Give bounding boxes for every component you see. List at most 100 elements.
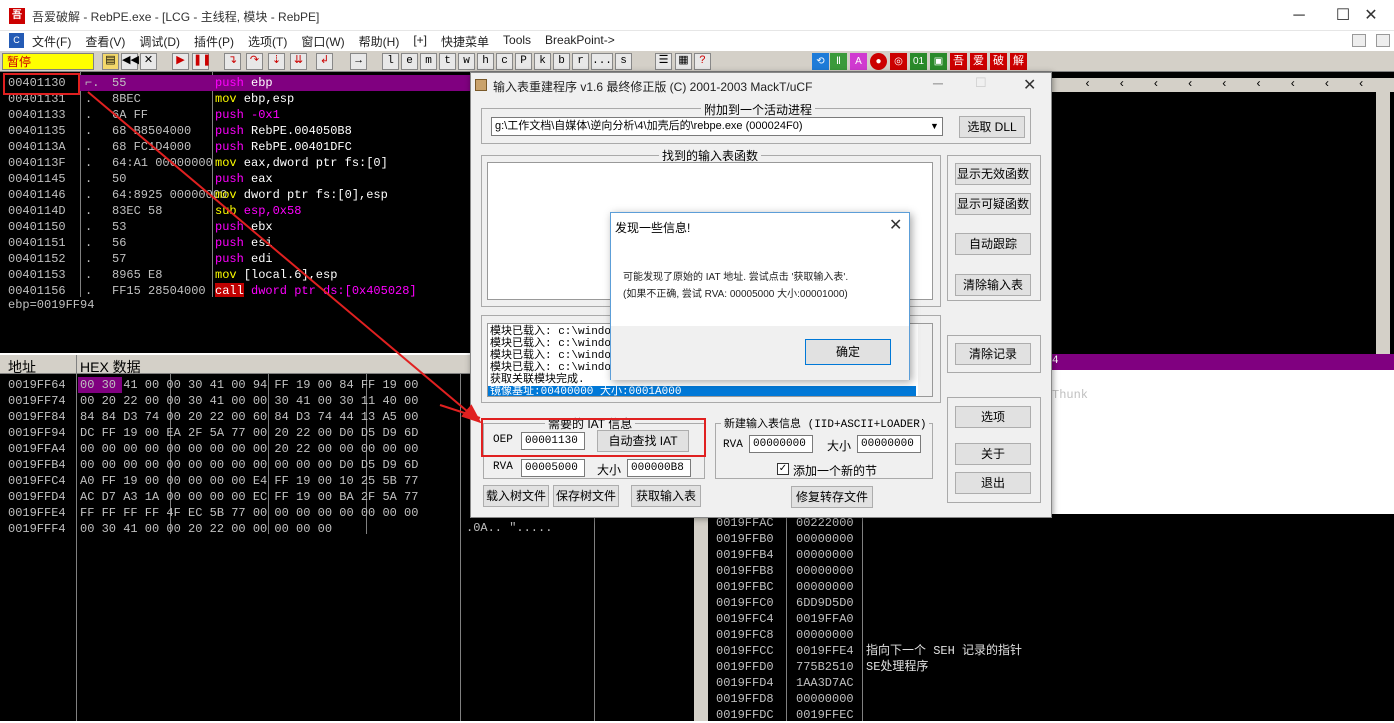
menu-item[interactable]: 帮助(H) [359,33,400,50]
dump-row[interactable]: 0019FF74 00 20 22 00 00 30 41 00 00 30 41… [8,393,418,409]
step-into-icon[interactable]: ↴ [224,53,241,70]
column-divider[interactable] [460,374,461,721]
column-divider[interactable] [862,514,863,721]
menu-item[interactable]: Tools [503,33,531,50]
addr-column-header[interactable]: 地址 [8,357,36,377]
target-icon[interactable]: ◎ [890,53,907,70]
disasm-row[interactable]: 00401152. 57 push edi [0,251,470,267]
toolbar-plugin-button[interactable]: 吾 [950,53,967,70]
close-process-icon[interactable]: ✕ [140,53,157,70]
scrollbar[interactable] [1376,78,1390,354]
clear-log-button[interactable]: 清除记录 [955,343,1031,365]
menu-item[interactable]: [+] [413,33,427,50]
toolbar-P-button[interactable]: P [515,53,532,70]
a-icon[interactable]: A [850,53,867,70]
execute-till-return-icon[interactable]: ↲ [316,53,333,70]
save-tree-button[interactable]: 保存树文件 [553,485,619,507]
dump-row[interactable]: 0019FF64 00 30 41 00 00 30 41 00 94 FF 19… [8,377,418,393]
trace-into-icon[interactable]: ⇣ [268,53,285,70]
disasm-row[interactable]: 00401153. 8965 E8 mov [local.6],esp [0,267,470,283]
menu-item[interactable]: 插件(P) [194,33,234,50]
monitor-icon[interactable]: ▣ [930,53,947,70]
minimize-button[interactable]: ─ [1276,0,1322,31]
dump-row[interactable]: 0019FFE4 FF FF FF FF 4F EC 5B 77 00 00 00… [8,505,418,521]
importrec-close-button[interactable]: ✕ [1023,75,1036,95]
help-icon[interactable]: ? [694,53,711,70]
dump-row[interactable]: 0019FFB4 00 00 00 00 00 00 00 00 00 00 00… [8,457,418,473]
menu-item[interactable]: BreakPoint-> [545,33,615,50]
new-size-input[interactable]: 00000000 [857,435,921,453]
toolbar-c-button[interactable]: c [496,53,513,70]
show-invalid-button[interactable]: 显示无效函数 [955,163,1031,185]
size-input[interactable]: 000000B8 [627,459,691,477]
menu-item[interactable]: 快捷菜单 [441,33,489,50]
column-divider[interactable] [76,374,77,721]
pause-icon[interactable]: ❚❚ [192,53,211,70]
about-button[interactable]: 关于 [955,443,1031,465]
disasm-row[interactable]: 00401151. 56 push esi [0,235,470,251]
toolbar-r-button[interactable]: r [572,53,589,70]
menu-item[interactable]: 窗口(W) [301,33,344,50]
toolbar-plugin-button[interactable]: 解 [1010,53,1027,70]
restore-child-button[interactable] [1352,34,1366,47]
open-icon[interactable]: ▤ [102,53,119,70]
grid-icon[interactable]: ▦ [675,53,692,70]
rva-input[interactable]: 00005000 [521,459,585,477]
ok-button[interactable]: 确定 [805,339,891,365]
disasm-row[interactable]: 00401146. 64:8925 00000000 mov dword ptr fs… [0,187,470,203]
restart-icon[interactable]: ◀◀ [121,53,139,70]
toolbar-e-button[interactable]: e [401,53,418,70]
menu-item[interactable]: 文件(F) [32,33,71,50]
disasm-row[interactable]: 00401135. 68 B8504000 push RebPE.004050B8 [0,123,470,139]
toolbar-l-button[interactable]: l [382,53,399,70]
record-icon[interactable]: ● [870,53,887,70]
dump-row[interactable]: 0019FFC4 A0 FF 19 00 00 00 00 00 E4 FF 19… [8,473,418,489]
toolbar-plugin-button[interactable]: 破 [990,53,1007,70]
trace-over-icon[interactable]: ⇊ [290,53,307,70]
minimize-child-button[interactable] [1376,34,1390,47]
dump-row[interactable]: 0019FFF4 00 30 41 00 00 20 22 00 00 00 00… [8,521,332,537]
process-select[interactable]: g:\工作文档\自媒体\逆向分析\4\加壳后的\rebpe.exe (00002… [491,117,943,136]
refresh-icon[interactable]: ⟲ [812,53,829,70]
clear-imports-button[interactable]: 清除输入表 [955,274,1031,296]
run-icon[interactable]: ▶ [172,53,189,70]
disasm-row[interactable]: 0040113F. 64:A1 00000000 mov eax,dword ptr … [0,155,470,171]
toolbar-m-button[interactable]: m [420,53,437,70]
disassembly-pane[interactable]: 00401130 ⌐. 55 push ebp 00401131. 8BEC mov ebp,e… [0,72,470,299]
disasm-row[interactable]: 00401145. 50 push eax [0,171,470,187]
importrec-minimize-button[interactable]: ─ [933,75,943,91]
close-button[interactable]: ✕ [1348,0,1394,31]
show-suspect-button[interactable]: 显示可疑函数 [955,193,1031,215]
hex-column-header[interactable]: HEX 数据 [80,357,141,377]
toolbar-w-button[interactable]: w [458,53,475,70]
info-dialog[interactable]: 发现一些信息! ✕ 可能发现了原始的 IAT 地址. 尝试点击 '获取输入表'.… [610,212,910,380]
toolbar-plugin-button[interactable]: 爱 [970,53,987,70]
fix-dump-button[interactable]: 修复转存文件 [791,486,873,508]
registers-pane[interactable]: ‹‹‹‹‹‹‹‹‹ 4 Thunk [1050,72,1394,402]
dump-row[interactable]: 0019FF94 DC FF 19 00 EA 2F 5A 77 00 20 22… [8,425,418,441]
disasm-row[interactable]: 0040113A. 68 FC1D4000 push RebPE.00401DFC [0,139,470,155]
options-button[interactable]: 选项 [955,406,1031,428]
disasm-row[interactable]: 00401150. 53 push ebx [0,219,470,235]
disasm-row[interactable]: 0040114D. 83EC 58 sub esp,0x58 [0,203,470,219]
menu-item[interactable]: 查看(V) [85,33,125,50]
get-imports-button[interactable]: 获取输入表 [631,485,701,507]
list-icon[interactable]: ☰ [655,53,672,70]
exit-button[interactable]: 退出 [955,472,1031,494]
goto-icon[interactable]: → [350,53,367,70]
load-tree-button[interactable]: 载入树文件 [483,485,549,507]
binary-icon[interactable]: 01 [910,53,927,70]
menu-item[interactable]: 调试(D) [139,33,180,50]
menu-item[interactable]: 选项(T) [248,33,287,50]
auto-trace-button[interactable]: 自动跟踪 [955,233,1031,255]
add-section-checkbox[interactable]: ✓ [777,463,789,475]
pause-plugin-icon[interactable]: Ⅱ [830,53,847,70]
column-divider[interactable] [786,514,787,721]
pick-dll-button[interactable]: 选取 DLL [959,116,1025,138]
dump-row[interactable]: 0019FF84 84 84 D3 74 00 20 22 00 60 84 D3… [8,409,418,425]
log-scrollbar[interactable] [918,324,932,396]
new-rva-input[interactable]: 00000000 [749,435,813,453]
toolbar-k-button[interactable]: k [534,53,551,70]
log-selected-line[interactable]: 镜像基址:00400000 大小:0001A000 [488,386,916,396]
stack-pane[interactable]: 0019FFAC 00222000 0019FFB0 00000000 0019FFB4… [710,514,1394,722]
